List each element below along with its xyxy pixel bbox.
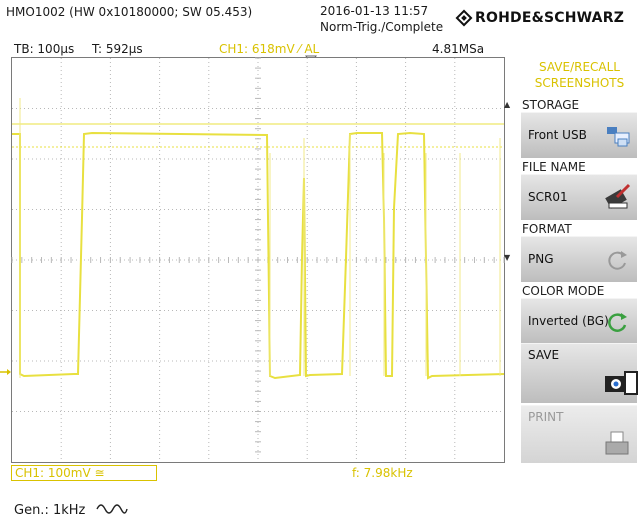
ch1-scale-readout[interactable]: CH1: 100mV ≅ <box>11 465 157 481</box>
sine-wave-icon <box>96 501 128 517</box>
menu-title-line1: SAVE/RECALL <box>539 60 620 74</box>
printer-icon <box>603 430 633 460</box>
waveform-display <box>11 57 505 463</box>
file-name-label: FILE NAME <box>522 160 586 174</box>
cycle-icon <box>603 245 633 275</box>
waveform-canvas <box>11 57 505 462</box>
scroll-down-arrow[interactable]: ▼ <box>504 253 510 262</box>
color-mode-label: COLOR MODE <box>522 284 605 298</box>
ground-marker-icon <box>0 367 12 377</box>
file-name-softkey[interactable]: SCR01 <box>521 174 637 220</box>
menu-title-line2: SCREENSHOTS <box>534 76 625 90</box>
generator-readout: Gen.: 1kHz <box>14 503 86 518</box>
format-value: PNG <box>528 252 554 266</box>
brand-name: ROHDE&SCHWARZ <box>475 10 625 26</box>
camera-save-icon <box>603 368 638 398</box>
format-softkey[interactable]: PNG <box>521 236 637 282</box>
brand-logo-icon <box>455 9 473 27</box>
graticule-grid <box>11 57 505 462</box>
instrument-model: HMO1002 (HW 0x10180000; SW 05.453) <box>6 5 253 19</box>
edit-file-icon <box>603 183 633 213</box>
color-mode-value: Inverted (BG) <box>528 314 609 328</box>
channel-trigger-readout: CH1: 618mV ⁄ AL <box>219 42 320 56</box>
datetime: 2016-01-13 11:57 <box>320 4 429 18</box>
storage-softkey[interactable]: Front USB <box>521 112 637 158</box>
print-label: PRINT <box>528 410 564 424</box>
frequency-readout: f: 7.98kHz <box>352 466 413 480</box>
save-softkey[interactable]: SAVE <box>521 343 638 403</box>
format-label: FORMAT <box>522 222 572 236</box>
save-label: SAVE <box>528 348 560 362</box>
trigger-status: Norm-Trig./Complete <box>320 20 444 34</box>
scroll-up-arrow[interactable]: ▲ <box>504 100 510 109</box>
cycle-icon <box>603 307 633 337</box>
trigger-time-readout: T: 592µs <box>92 42 143 56</box>
storage-label: STORAGE <box>522 98 580 112</box>
print-softkey[interactable]: PRINT <box>521 405 637 463</box>
color-mode-softkey[interactable]: Inverted (BG) <box>521 298 637 344</box>
sample-rate-readout: 4.81MSa <box>432 42 485 56</box>
storage-value: Front USB <box>528 128 587 142</box>
file-name-value: SCR01 <box>528 190 568 204</box>
usb-folder-icon <box>603 121 633 151</box>
timebase-readout: TB: 100µs <box>14 42 75 56</box>
